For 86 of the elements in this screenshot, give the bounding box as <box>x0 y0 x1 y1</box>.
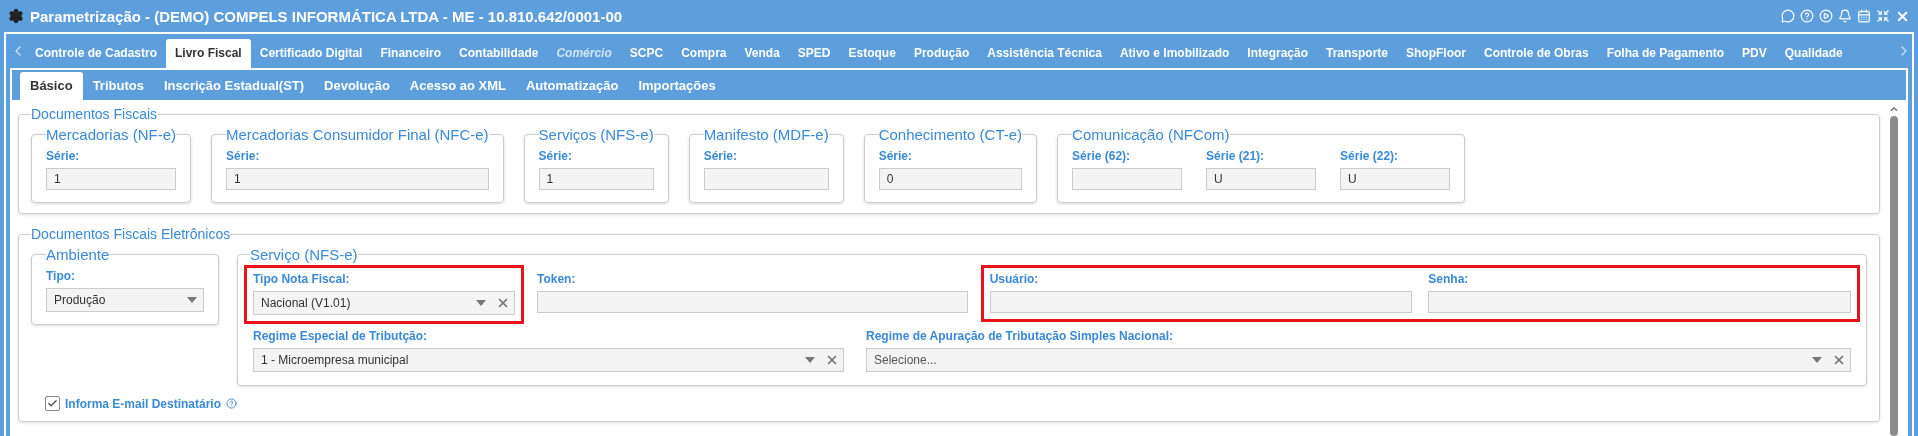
field-label: Token: <box>537 272 577 286</box>
tab[interactable]: Transporte <box>1317 39 1397 68</box>
group-title: Manifesto (MDF-e) <box>703 126 829 143</box>
group-title: Serviço (NFS-e) <box>250 246 358 263</box>
collapse-icon[interactable] <box>1876 9 1890 23</box>
input-field[interactable] <box>989 291 1413 313</box>
field-label: Série: <box>46 149 81 163</box>
input-field[interactable]: 1 <box>46 168 177 190</box>
select-field[interactable]: Nacional (V1.01) <box>253 291 515 315</box>
tab[interactable]: Folha de Pagamento <box>1597 39 1734 68</box>
select-field[interactable]: 1 - Microempresa municipal <box>253 348 844 372</box>
field-label: Senha: <box>1428 272 1470 286</box>
field-label: Tipo Nota Fiscal: <box>253 272 351 286</box>
bell-icon[interactable] <box>1838 9 1852 23</box>
input-field[interactable] <box>1072 168 1183 190</box>
field-label: Série (62): <box>1072 149 1132 163</box>
tab[interactable]: SCPC <box>620 39 673 68</box>
tab[interactable]: Inscrição Estadual(ST) <box>153 72 315 100</box>
field-label: Tipo: <box>46 269 77 283</box>
field-label: Série (21): <box>1206 149 1266 163</box>
tab[interactable]: Devolução <box>314 72 400 100</box>
input-field[interactable]: 1 <box>538 168 654 190</box>
group-title: Serviços (NFS-e) <box>538 126 654 143</box>
input-field[interactable]: U <box>1340 168 1451 190</box>
field-label: Série: <box>703 149 738 163</box>
caret-icon <box>476 300 486 306</box>
check-icon <box>47 398 58 409</box>
chat-icon[interactable] <box>1781 9 1795 23</box>
section-title: Documentos Fiscais <box>31 106 158 122</box>
tab[interactable]: Acesso ao XML <box>399 72 516 100</box>
tab[interactable]: PDV <box>1733 39 1776 68</box>
caret-icon <box>805 357 815 363</box>
tab[interactable]: Livro Fiscal <box>166 39 251 68</box>
tab[interactable]: Tributos <box>82 72 154 100</box>
field-label: Série: <box>226 149 261 163</box>
tab[interactable]: Certificado Digital <box>250 39 372 68</box>
clear-icon[interactable] <box>1832 353 1846 367</box>
tab[interactable]: Estoque <box>839 39 905 68</box>
tab[interactable]: Financeiro <box>371 39 451 68</box>
tab[interactable]: Importações <box>628 72 726 100</box>
tab[interactable]: Ativo e Imobilizado <box>1110 39 1239 68</box>
tab[interactable]: Básico <box>20 72 83 100</box>
group-title: Mercadorias (NF-e) <box>46 126 177 143</box>
group-title: Mercadorias Consumidor Final (NFC-e) <box>226 126 489 143</box>
checkbox-label: Informa E-mail Destinatário <box>65 396 222 411</box>
clear-icon[interactable] <box>496 296 510 310</box>
scroll-up-icon[interactable] <box>1889 104 1899 114</box>
settings-icon[interactable] <box>8 8 24 24</box>
clear-icon[interactable] <box>825 353 839 367</box>
select-field[interactable]: Produção <box>46 288 204 312</box>
tab[interactable]: Produção <box>904 39 979 68</box>
field-label: Série: <box>878 149 913 163</box>
field-label: Série (22): <box>1340 149 1400 163</box>
tab[interactable]: ShopFloor <box>1397 39 1475 68</box>
caret-icon <box>1812 357 1822 363</box>
field-label: Regime Especial de Tributção: <box>253 329 429 343</box>
tab[interactable]: Qualidade <box>1775 39 1852 68</box>
input-field[interactable]: 0 <box>878 168 1023 190</box>
window-title: Parametrização - (DEMO) COMPELS INFORMÁTICA LTDA - ME - 10.810.642/0001-00 <box>30 7 623 25</box>
tab[interactable]: Automatização <box>515 72 629 100</box>
tab[interactable]: Controle de Cadastro <box>26 39 166 68</box>
help-icon[interactable] <box>226 398 238 409</box>
caret-icon <box>187 297 197 303</box>
group-title: Comunicação (NFCom) <box>1072 126 1230 143</box>
section-title: Documentos Fiscais Eletrônicos <box>31 226 231 242</box>
input-field[interactable] <box>703 168 829 190</box>
tab[interactable]: Controle de Obras <box>1475 39 1598 68</box>
input-field[interactable] <box>1428 291 1851 313</box>
input-field[interactable]: U <box>1206 168 1317 190</box>
group-title: Ambiente <box>46 246 110 263</box>
checkbox[interactable] <box>45 396 60 411</box>
tab[interactable]: Contabilidade <box>450 39 548 68</box>
play-icon[interactable] <box>1819 9 1833 23</box>
field-label: Regime de Apuração de Tributação Simples Nacional: <box>866 329 1174 343</box>
select-field[interactable]: Selecione... <box>866 348 1851 372</box>
input-field[interactable] <box>537 291 968 313</box>
tab[interactable]: Integração <box>1238 39 1317 68</box>
tab[interactable]: Venda <box>735 39 789 68</box>
input-field[interactable]: 1 <box>226 168 489 190</box>
field-label: Usuário: <box>989 272 1040 286</box>
tab[interactable]: Compra <box>672 39 736 68</box>
calendar-icon[interactable] <box>1857 9 1871 23</box>
tab[interactable]: SPED <box>788 39 840 68</box>
group-title: Conhecimento (CT-e) <box>878 126 1023 143</box>
field-label: Série: <box>538 149 573 163</box>
tab[interactable]: Assistência Técnica <box>978 39 1111 68</box>
